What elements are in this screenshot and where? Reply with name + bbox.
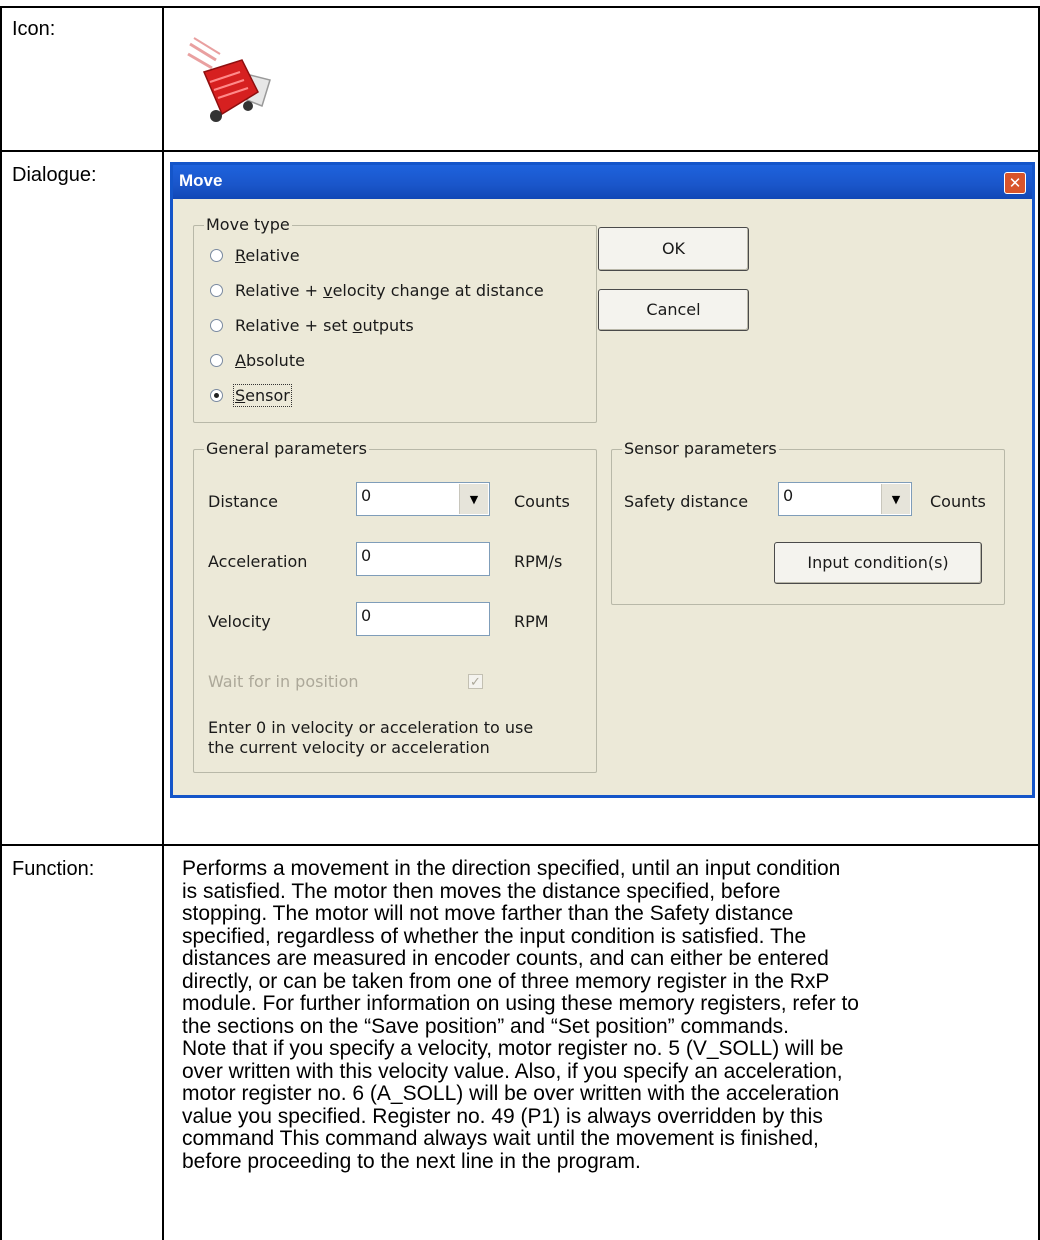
note-line-2: the current velocity or acceleration [208,738,490,757]
radio-sensor-label: Sensor [233,383,292,407]
radio-relative-set-outputs-label: Relative + set outputs [235,315,414,335]
distance-value: 0 [361,486,372,505]
function-row-label: Function: [12,858,95,880]
cancel-button[interactable]: Cancel [598,289,749,331]
velocity-unit: RPM [514,612,549,631]
velocity-value: 0 [361,606,372,625]
dialogue-row-label: Dialogue: [12,164,97,186]
safety-distance-value: 0 [783,486,794,505]
radio-relative-set-outputs-button[interactable] [210,318,223,332]
distance-combo[interactable]: 0 ▼ [356,482,490,516]
function-line: distances are measured in encoder counts… [182,947,829,970]
general-parameters-group: General parameters Distance 0 ▼ Counts A… [193,439,597,773]
ok-button[interactable]: OK [598,227,749,271]
function-line: directly, or can be taken from one of th… [182,969,830,993]
chevron-down-icon[interactable]: ▼ [881,484,910,514]
function-line: value you specified. Register no. 49 (P1… [182,1104,823,1128]
function-line: Note that if you specify a velocity, mot… [182,1037,844,1060]
table-border-top [0,6,1040,8]
radio-absolute-label: Absolute [235,350,305,370]
move-type-group: Move type Relative Relative + velocity c… [193,215,597,423]
radio-relative-velocity-change-label: Relative + velocity change at distance [235,280,544,300]
radio-relative-button[interactable] [210,248,223,262]
radio-absolute[interactable]: Absolute [210,349,305,371]
table-border-row1 [0,150,1040,152]
function-line: over written with this velocity value. A… [182,1059,843,1083]
sensor-move-icon [186,34,280,128]
function-line: module. For further information on using… [182,992,859,1015]
general-parameters-title: General parameters [204,439,369,458]
radio-sensor[interactable]: Sensor [210,383,292,407]
acceleration-unit: RPM/s [514,552,563,571]
radio-relative[interactable]: Relative [210,244,300,266]
dialog-title: Move [179,171,223,190]
move-type-title: Move type [204,215,292,234]
safety-distance-label: Safety distance [624,492,749,511]
note-line-1: Enter 0 in velocity or acceleration to u… [208,718,534,737]
wait-for-in-position-label: Wait for in position [208,672,359,691]
velocity-label: Velocity [208,612,271,631]
function-line: specified, regardless of whether the inp… [182,924,807,948]
input-conditions-button[interactable]: Input condition(s) [774,542,982,584]
dialog-titlebar[interactable]: Move ✕ [173,165,1032,199]
icon-row-label: Icon: [12,18,56,40]
function-line: stopping. The motor will not move farthe… [182,902,794,925]
wait-for-in-position-checkbox[interactable]: ✓ [468,674,483,690]
radio-relative-velocity-change-button[interactable] [210,283,223,297]
velocity-input[interactable]: 0 [356,602,490,636]
radio-relative-label: Relative [235,245,300,265]
distance-unit: Counts [514,492,570,511]
radio-absolute-button[interactable] [210,353,223,367]
function-line: before proceeding to the next line in th… [182,1149,641,1173]
radio-relative-set-outputs[interactable]: Relative + set outputs [210,314,414,336]
acceleration-input[interactable]: 0 [356,542,490,576]
acceleration-value: 0 [361,546,372,565]
function-line: motor register no. 6 (A_SOLL) will be ov… [182,1082,840,1105]
radio-relative-velocity-change[interactable]: Relative + velocity change at distance [210,279,544,301]
function-line: command This command always wait until t… [182,1127,819,1150]
function-line: Performs a movement in the direction spe… [182,857,841,880]
chevron-down-icon[interactable]: ▼ [459,484,488,514]
function-line: the sections on the “Save position” and … [182,1014,789,1038]
safety-distance-combo[interactable]: 0 ▼ [778,482,912,516]
function-line: is satisfied. The motor then moves the d… [182,879,781,903]
close-icon[interactable]: ✕ [1004,172,1026,194]
acceleration-label: Acceleration [208,552,308,571]
safety-distance-unit: Counts [930,492,986,511]
radio-sensor-button[interactable] [210,388,223,402]
table-border-mid [162,6,164,1240]
move-dialog: Move ✕ Move type Relative Relative + vel… [170,162,1035,798]
table-border-left [0,6,2,1240]
sensor-parameters-title: Sensor parameters [622,439,779,458]
sensor-parameters-group: Sensor parameters Safety distance 0 ▼ Co… [611,439,1005,605]
function-description: Performs a movement in the direction spe… [182,857,1032,1173]
table-border-row2 [0,844,1040,846]
distance-label: Distance [208,492,278,511]
